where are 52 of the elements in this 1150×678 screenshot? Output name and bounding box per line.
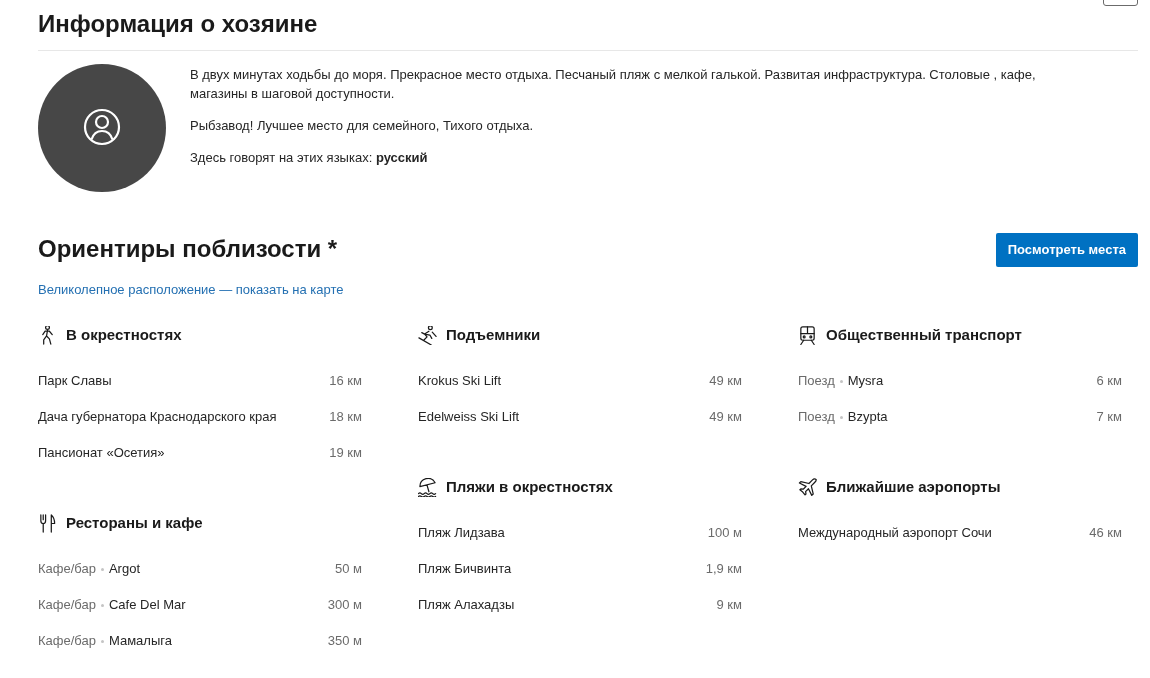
category-heading: Пляжи в окрестностях: [446, 476, 613, 497]
place-distance: 300 м: [327, 596, 362, 615]
category-heading: Рестораны и кафе: [66, 512, 203, 533]
place-type: Кафе/бар: [38, 596, 96, 615]
place-distance: 6 км: [1096, 372, 1122, 391]
place-distance: 49 км: [709, 408, 742, 427]
place-distance: 46 км: [1089, 524, 1122, 543]
place-name: Парк Славы: [38, 372, 112, 391]
place-distance: 16 км: [329, 372, 362, 391]
section-heading: Ориентиры поблизости *: [38, 234, 338, 264]
user-avatar-icon: [38, 64, 166, 192]
place-name: Мамалыга: [108, 632, 172, 651]
place-type: Кафе/бар: [38, 560, 96, 579]
place-distance: 7 км: [1096, 408, 1122, 427]
fork-and-knife-icon: [38, 513, 57, 533]
show-on-map-link[interactable]: Великолепное расположение — показать на карте: [38, 282, 344, 297]
place-name: Bzypta: [847, 408, 888, 427]
place-name: Krokus Ski Lift: [418, 372, 502, 391]
place-name: Международный аэропорт Сочи: [798, 524, 992, 543]
languages-text: Здесь говорят на этих языках: русский: [190, 149, 429, 167]
airplane-icon: [798, 477, 817, 497]
place-name: Пляж Алахадзы: [418, 596, 515, 615]
section-heading: Информация о хозяине: [38, 9, 318, 39]
place-name: Cafe Del Mar: [108, 596, 186, 615]
description-paragraph: В двух минутах ходьбы до моря. Прекрасное место отдыха. Песчаный пляж с мелкой галькой. Развитая инфраструктура. Столовые , кафе, магазины в шаговой доступности.: [190, 66, 1037, 103]
description-paragraph: Рыбзавод! Лучшее место для семейного, Тихого отдыха.: [190, 117, 535, 135]
place-name: Edelweiss Ski Lift: [418, 408, 520, 427]
place-distance: 50 м: [335, 560, 362, 579]
train-icon: [798, 325, 817, 345]
place-distance: 1,9 км: [705, 560, 742, 579]
place-name: Дача губернатора Краснодарского края: [38, 408, 277, 427]
category-heading: Общественный транспорт: [826, 324, 1022, 345]
place-distance: 19 км: [329, 444, 362, 463]
place-name: Пансионат «Осетия»: [38, 444, 165, 463]
category-heading: В окрестностях: [66, 324, 182, 345]
place-name: Mysra: [847, 372, 884, 391]
view-places-button[interactable]: Посмотреть места: [995, 233, 1138, 267]
place-name: Argot: [108, 560, 141, 579]
place-type: Поезд: [798, 408, 835, 427]
place-name: Пляж Бичвинта: [418, 560, 512, 579]
category-heading: Ближайшие аэропорты: [826, 476, 1001, 497]
place-distance: 18 км: [329, 408, 362, 427]
beach-umbrella-icon: [418, 477, 437, 497]
place-name: Пляж Лидзава: [418, 524, 505, 543]
category-heading: Подъемники: [446, 324, 541, 345]
place-distance: 49 км: [709, 372, 742, 391]
skier-icon: [418, 325, 437, 345]
place-distance: 100 м: [707, 524, 742, 543]
place-type: Кафе/бар: [38, 632, 96, 651]
place-type: Поезд: [798, 372, 835, 391]
place-distance: 350 м: [327, 632, 362, 651]
place-distance: 9 км: [716, 596, 742, 615]
